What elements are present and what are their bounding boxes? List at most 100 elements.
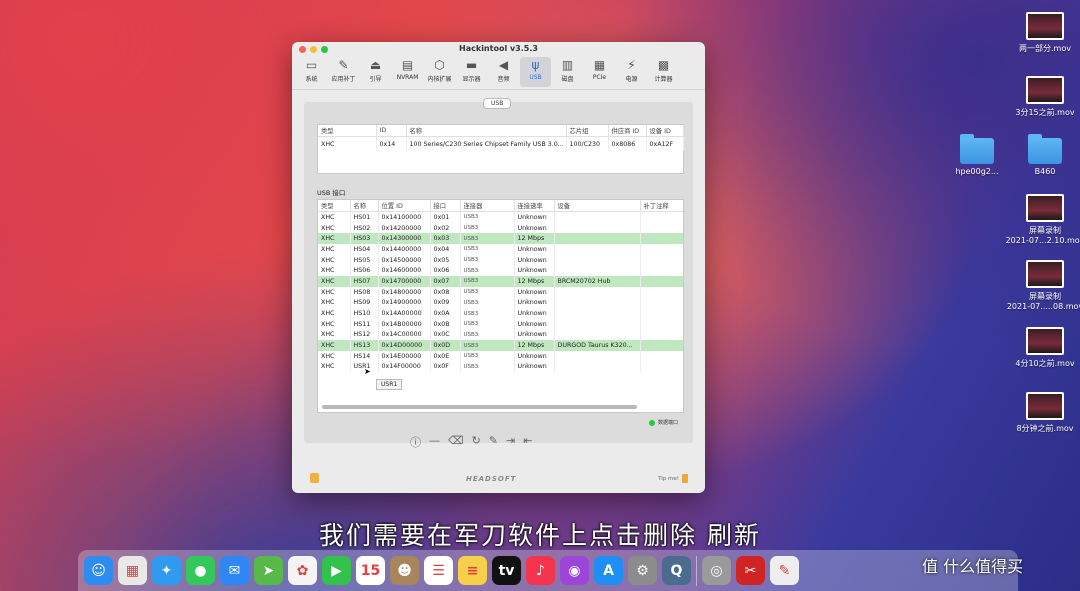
table-row[interactable]: XHC HS01 0x14100000 0x01 USB3 Unknown bbox=[318, 211, 683, 223]
desktop-icon-5[interactable]: 屏幕录制 2021-07...2.10.mov bbox=[1005, 194, 1080, 245]
tab-power[interactable]: ⚡ 电源 bbox=[616, 57, 647, 87]
photos-icon[interactable]: ✿ bbox=[288, 556, 317, 585]
podcasts-icon[interactable]: ◉ bbox=[560, 556, 589, 585]
desktop-icon-4[interactable]: B460 bbox=[1005, 134, 1080, 176]
tab-speaker[interactable]: ◀ 音频 bbox=[488, 57, 519, 87]
column-header[interactable]: 接口 bbox=[430, 200, 461, 212]
table-row[interactable]: XHC 0x14 100 Series/C230 Series Chipset Fa… bbox=[318, 136, 684, 151]
column-header[interactable]: 连接器 bbox=[460, 200, 515, 212]
hackintool-icon[interactable]: ✂ bbox=[736, 556, 765, 585]
column-header[interactable]: 连接速率 bbox=[514, 200, 555, 212]
refresh-icon[interactable]: ↻ bbox=[472, 434, 481, 450]
column-header[interactable]: 供应商 ID bbox=[608, 125, 647, 137]
desktop-icon-1[interactable]: 两一部分.mov bbox=[1005, 12, 1080, 54]
table-row[interactable]: XHC HS11 0x14B00000 0x0B USB3 Unknown bbox=[318, 318, 683, 330]
table-cell bbox=[640, 340, 683, 351]
import-icon[interactable]: ⇥ bbox=[506, 434, 515, 450]
mail-icon[interactable]: ✉ bbox=[220, 556, 249, 585]
column-header[interactable]: 类型 bbox=[318, 200, 351, 212]
desktop-icon-7[interactable]: 4分10之前.mov bbox=[1005, 327, 1080, 369]
contacts-icon[interactable]: ☻ bbox=[390, 556, 419, 585]
tab-boot[interactable]: ⏏ 引导 bbox=[360, 57, 391, 87]
messages-icon[interactable]: ● bbox=[186, 556, 215, 585]
finder-icon[interactable]: ☺ bbox=[84, 556, 113, 585]
desktop-icon-6[interactable]: 屏幕录制 2021-07.....08.mov bbox=[1005, 260, 1080, 311]
table-cell bbox=[640, 329, 683, 341]
table-row[interactable]: XHC HS14 0x14E00000 0x0E USB3 Unknown bbox=[318, 350, 683, 362]
tv-icon[interactable]: tv bbox=[492, 556, 521, 585]
table-row[interactable]: XHC HS04 0x14400000 0x04 USB3 Unknown bbox=[318, 244, 683, 255]
table-row[interactable]: XHC HS05 0x14500000 0x05 USB3 Unknown bbox=[318, 254, 683, 266]
app-store-icon[interactable]: A bbox=[594, 556, 623, 585]
edit-icon[interactable]: ✎ bbox=[489, 434, 498, 450]
column-header[interactable]: 名称 bbox=[350, 200, 379, 212]
tab-box[interactable]: ⬡ 内核扩展 bbox=[424, 57, 455, 87]
table-cell bbox=[640, 265, 683, 277]
table-cell: XHC bbox=[318, 308, 351, 319]
column-header[interactable]: 芯片组 bbox=[566, 125, 609, 137]
table-row[interactable]: XHC HS06 0x14600000 0x06 USB3 Unknown bbox=[318, 265, 683, 277]
quicktime-icon[interactable]: Q bbox=[662, 556, 691, 585]
table-cell: 0x06 bbox=[430, 265, 461, 277]
tab-label: 显示器 bbox=[462, 76, 481, 83]
table-cell bbox=[554, 329, 641, 341]
table-cell: 0x01 bbox=[430, 211, 461, 223]
table-row[interactable]: XHC HS09 0x14900000 0x09 USB3 Unknown bbox=[318, 297, 683, 309]
usb-segment-button[interactable]: USB bbox=[483, 98, 512, 109]
lock-icon[interactable] bbox=[310, 473, 319, 483]
table-cell: 12 Mbps bbox=[514, 233, 555, 245]
music-icon[interactable]: ♪ bbox=[526, 556, 555, 585]
tab-pcie[interactable]: ▦ PCIe bbox=[584, 57, 615, 87]
table-cell: HS09 bbox=[350, 297, 379, 309]
table-cell: XHC bbox=[318, 297, 351, 309]
title-bar[interactable]: Hackintool v3.5.3 bbox=[292, 42, 705, 57]
tip-me-button[interactable]: Tip me! bbox=[658, 474, 688, 483]
column-header[interactable]: 设备 ID bbox=[646, 125, 684, 137]
disk-utility-icon[interactable]: ◎ bbox=[702, 556, 731, 585]
desktop-icon-2[interactable]: 3分15之前.mov bbox=[1005, 76, 1080, 118]
tab-monitor[interactable]: ▬ 显示器 bbox=[456, 57, 487, 87]
table-row[interactable]: XHC USR1 0x14F00000 0x0F USB3 Unknown bbox=[318, 361, 683, 373]
reminders-icon[interactable]: ☰ bbox=[424, 556, 453, 585]
column-header[interactable]: 设备 bbox=[554, 200, 641, 212]
table-cell: 0xA12F bbox=[646, 136, 684, 151]
column-header[interactable]: 位置 ID bbox=[378, 200, 431, 212]
table-row[interactable]: XHC HS12 0x14C00000 0x0C USB3 Unknown bbox=[318, 329, 683, 341]
table-row[interactable]: XHC HS13 0x14D00000 0x0D USB3 12 Mbps DURGOD T… bbox=[318, 340, 683, 351]
table-cell: XHC bbox=[318, 244, 351, 255]
export-icon[interactable]: ⇤ bbox=[523, 434, 532, 450]
tab-computer[interactable]: ▭ 系统 bbox=[296, 57, 327, 87]
action-toolbar: ⓘ — ⌫ ↻ ✎ ⇥ ⇤ bbox=[410, 434, 532, 450]
column-header[interactable]: 补丁注释 bbox=[640, 200, 683, 212]
ports-section-label: USB 接口 bbox=[317, 189, 346, 197]
table-row[interactable]: XHC HS03 0x14300000 0x03 USB3 12 Mbps bbox=[318, 233, 683, 245]
text-edit-icon[interactable]: ✎ bbox=[770, 556, 799, 585]
system-preferences-icon[interactable]: ⚙ bbox=[628, 556, 657, 585]
calendar-icon[interactable]: 15 bbox=[356, 556, 385, 585]
desktop-icon-label: 2021-07...2.10.mov bbox=[1005, 236, 1080, 245]
tab-pencil[interactable]: ✎ 应用补丁 bbox=[328, 57, 359, 87]
table-row[interactable]: XHC HS10 0x14A00000 0x0A USB3 Unknown bbox=[318, 308, 683, 319]
safari-icon[interactable]: ✦ bbox=[152, 556, 181, 585]
info-icon[interactable]: ⓘ bbox=[410, 434, 421, 450]
table-row[interactable]: XHC HS02 0x14200000 0x02 USB3 Unknown bbox=[318, 222, 683, 234]
desktop-icon-8[interactable]: 8分钟之前.mov bbox=[1005, 392, 1080, 434]
clear-icon[interactable]: ⌫ bbox=[448, 434, 464, 450]
table-cell: HS01 bbox=[350, 211, 379, 223]
facetime-icon[interactable]: ▶ bbox=[322, 556, 351, 585]
tab-calculator[interactable]: ▩ 计算器 bbox=[648, 57, 679, 87]
remove-icon[interactable]: — bbox=[429, 434, 440, 450]
column-header[interactable]: 名称 bbox=[406, 125, 567, 137]
tab-usb[interactable]: ψ USB bbox=[520, 57, 551, 87]
tab-disk[interactable]: ▥ 磁盘 bbox=[552, 57, 583, 87]
column-header[interactable]: ID bbox=[376, 125, 407, 137]
table-cell bbox=[640, 211, 683, 223]
launchpad-icon[interactable]: ▦ bbox=[118, 556, 147, 585]
column-header[interactable]: 类型 bbox=[318, 125, 377, 137]
table-row[interactable]: XHC HS08 0x14800000 0x08 USB3 Unknown bbox=[318, 286, 683, 298]
maps-icon[interactable]: ➤ bbox=[254, 556, 283, 585]
notes-icon[interactable]: ≡ bbox=[458, 556, 487, 585]
horizontal-scrollbar[interactable] bbox=[322, 405, 637, 409]
table-row[interactable]: XHC HS07 0x14700000 0x07 USB3 12 Mbps BRCM2070… bbox=[318, 276, 683, 287]
tab-chip[interactable]: ▤ NVRAM bbox=[392, 57, 423, 87]
